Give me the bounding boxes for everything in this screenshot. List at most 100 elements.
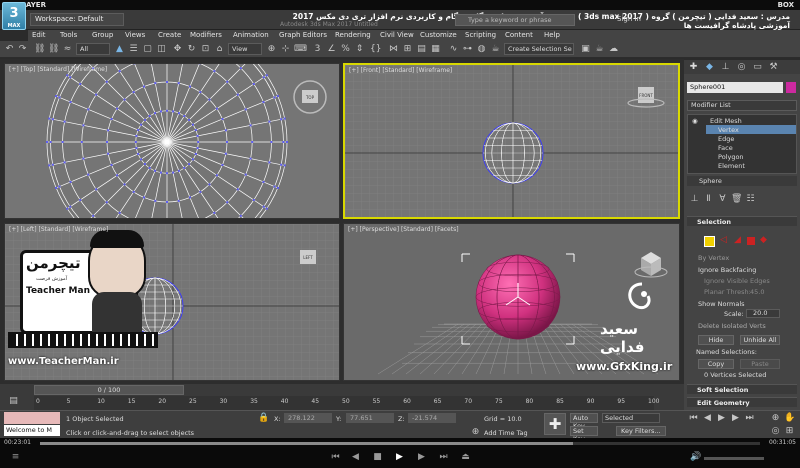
y-coordinate-field[interactable]: 77.651 — [346, 413, 394, 423]
stack-element[interactable]: Element — [718, 162, 745, 170]
soft-selection-rollout[interactable]: Soft Selection — [687, 384, 797, 394]
snaps-toggle-icon[interactable]: 3 — [312, 44, 323, 55]
ignore-backfacing-checkbox[interactable]: Ignore Backfacing — [698, 266, 756, 274]
player-next-icon[interactable]: ⏭ — [438, 452, 449, 463]
player-play-icon[interactable]: ▶ — [394, 452, 405, 463]
angle-snap-icon[interactable]: ∠ — [326, 44, 337, 55]
window-crossing-icon[interactable]: ◫ — [156, 44, 167, 55]
menu-create[interactable]: Create — [158, 30, 181, 41]
material-editor-icon[interactable]: ◍ — [476, 44, 487, 55]
stack-sphere[interactable]: Sphere — [687, 176, 797, 186]
menu-edit[interactable]: Edit — [32, 30, 46, 41]
pivot-center-icon[interactable]: ⊕ — [266, 44, 277, 55]
curve-editor-icon[interactable]: ∿ — [448, 44, 459, 55]
rotate-icon[interactable]: ↻ — [186, 44, 197, 55]
menu-rendering[interactable]: Rendering — [335, 30, 371, 41]
configure-sets-icon[interactable]: ☷ — [745, 194, 756, 205]
show-normals-checkbox[interactable]: Show Normals — [698, 300, 745, 308]
undo-icon[interactable]: ↶ — [4, 44, 15, 55]
copy-button[interactable]: Copy — [698, 359, 734, 369]
player-volume-icon[interactable]: 🔊 — [690, 452, 701, 463]
render-setup-icon[interactable]: ☕ — [490, 44, 501, 55]
link-icon[interactable]: ⛓ — [34, 44, 45, 55]
auto-key-button[interactable]: Auto Key — [570, 413, 598, 430]
render-production-icon[interactable]: ☕ — [594, 44, 605, 55]
menu-customize[interactable]: Customize — [420, 30, 457, 41]
selection-rollout-header[interactable]: Selection — [687, 216, 797, 226]
motion-tab-icon[interactable]: ◎ — [736, 62, 747, 73]
select-by-name-icon[interactable]: ☰ — [128, 44, 139, 55]
delete-isolated-checkbox[interactable]: Delete Isolated Verts — [698, 322, 766, 330]
set-key-big-button[interactable]: ✚ — [544, 413, 566, 435]
pan-icon[interactable]: ✋ — [784, 413, 795, 424]
align-icon[interactable]: ⊞ — [402, 44, 413, 55]
key-mode-dropdown[interactable]: Selected — [602, 413, 660, 423]
create-tab-icon[interactable]: ✚ — [688, 62, 699, 73]
modify-tab-icon[interactable]: ◆ — [704, 62, 715, 73]
edit-named-sets-icon[interactable]: {} — [370, 44, 381, 55]
menu-help[interactable]: Help — [544, 30, 560, 41]
keyboard-shortcut-icon[interactable]: ⌨ — [294, 44, 307, 55]
maxscript-input[interactable]: Welcome to M — [4, 425, 60, 436]
next-frame-icon[interactable]: ▶ — [730, 413, 741, 424]
go-to-start-icon[interactable]: ⏮ — [688, 413, 699, 424]
viewport-top[interactable]: [+] [Top] [Standard] [Wireframe] TOP — [4, 63, 340, 219]
ignore-visible-edges-checkbox[interactable]: Ignore Visible Edges — [704, 277, 770, 285]
player-rewind-icon[interactable]: ◀ — [350, 452, 361, 463]
edge-level-icon[interactable]: ◁ — [718, 235, 729, 246]
show-end-result-icon[interactable]: Ⅱ — [703, 194, 714, 205]
unhide-all-button[interactable]: Unhide All — [740, 335, 780, 345]
x-coordinate-field[interactable]: 278.122 — [284, 413, 332, 423]
stack-face[interactable]: Face — [718, 144, 733, 152]
element-level-icon[interactable]: ◆ — [758, 235, 769, 246]
lock-selection-icon[interactable]: 🔒 — [258, 413, 269, 424]
player-box-label[interactable]: BOX — [778, 0, 794, 10]
player-eject-icon[interactable]: ⏏ — [460, 452, 471, 463]
sign-in-link[interactable]: Sign In — [617, 15, 641, 23]
stack-edge[interactable]: Edge — [718, 135, 734, 143]
move-icon[interactable]: ✥ — [172, 44, 183, 55]
player-seekbar[interactable] — [40, 442, 760, 445]
track-bar[interactable]: 0 5 10 15 20 25 30 35 40 45 50 55 60 65 70 75 80 85 90 95 10… — [34, 396, 659, 410]
mini-curve-editor-icon[interactable]: ▤ — [8, 396, 19, 407]
unlink-icon[interactable]: ⛓ — [48, 44, 59, 55]
hide-button[interactable]: Hide — [698, 335, 734, 345]
render-frame-icon[interactable]: ▣ — [580, 44, 591, 55]
menu-animation[interactable]: Animation — [233, 30, 269, 41]
key-filters-button[interactable]: Key Filters... — [616, 426, 666, 436]
stack-polygon[interactable]: Polygon — [718, 153, 744, 161]
menu-views[interactable]: Views — [125, 30, 145, 41]
menu-tools[interactable]: Tools — [60, 30, 77, 41]
maxscript-listener[interactable] — [4, 412, 60, 424]
selection-set-dropdown[interactable]: Create Selection Se — [504, 43, 574, 55]
stack-eye-icon[interactable]: ◉ — [692, 117, 698, 125]
schematic-view-icon[interactable]: ⊶ — [462, 44, 473, 55]
remove-modifier-icon[interactable]: 🗑 — [731, 194, 742, 205]
scale-spinner[interactable]: 20.0 — [746, 309, 780, 318]
reference-coord-dropdown[interactable]: View — [228, 43, 262, 55]
utilities-tab-icon[interactable]: ⚒ — [768, 62, 779, 73]
menu-modifiers[interactable]: Modifiers — [190, 30, 222, 41]
app-logo[interactable]: 3 MAX — [2, 2, 26, 30]
menu-civil-view[interactable]: Civil View — [380, 30, 414, 41]
menu-content[interactable]: Content — [505, 30, 533, 41]
render-iterative-icon[interactable]: ☁ — [608, 44, 619, 55]
modifier-list-dropdown[interactable]: Modifier List — [687, 100, 797, 111]
percent-snap-icon[interactable]: % — [340, 44, 351, 55]
selection-filter-dropdown[interactable]: All — [76, 43, 110, 55]
play-icon[interactable]: ▶ — [716, 413, 727, 424]
place-icon[interactable]: ⌂ — [214, 44, 225, 55]
search-input[interactable]: Type a keyword or phrase — [455, 14, 575, 26]
orbit-icon[interactable]: ◎ — [770, 426, 781, 437]
spinner-snap-icon[interactable]: ⇕ — [354, 44, 365, 55]
player-volume-slider[interactable] — [704, 457, 764, 460]
player-menu-icon[interactable]: ≡ — [10, 452, 21, 463]
vertex-level-icon[interactable] — [704, 236, 715, 247]
face-level-icon[interactable]: ◢ — [732, 235, 743, 246]
planar-thresh-value[interactable]: 45.0 — [750, 288, 764, 296]
workspace-dropdown[interactable]: Workspace: Default — [30, 13, 124, 26]
z-coordinate-field[interactable]: -21.574 — [408, 413, 456, 423]
bind-space-warp-icon[interactable]: ≈ — [62, 44, 73, 55]
time-slider[interactable]: 0 / 100 — [34, 385, 184, 395]
select-manipulate-icon[interactable]: ⊹ — [280, 44, 291, 55]
